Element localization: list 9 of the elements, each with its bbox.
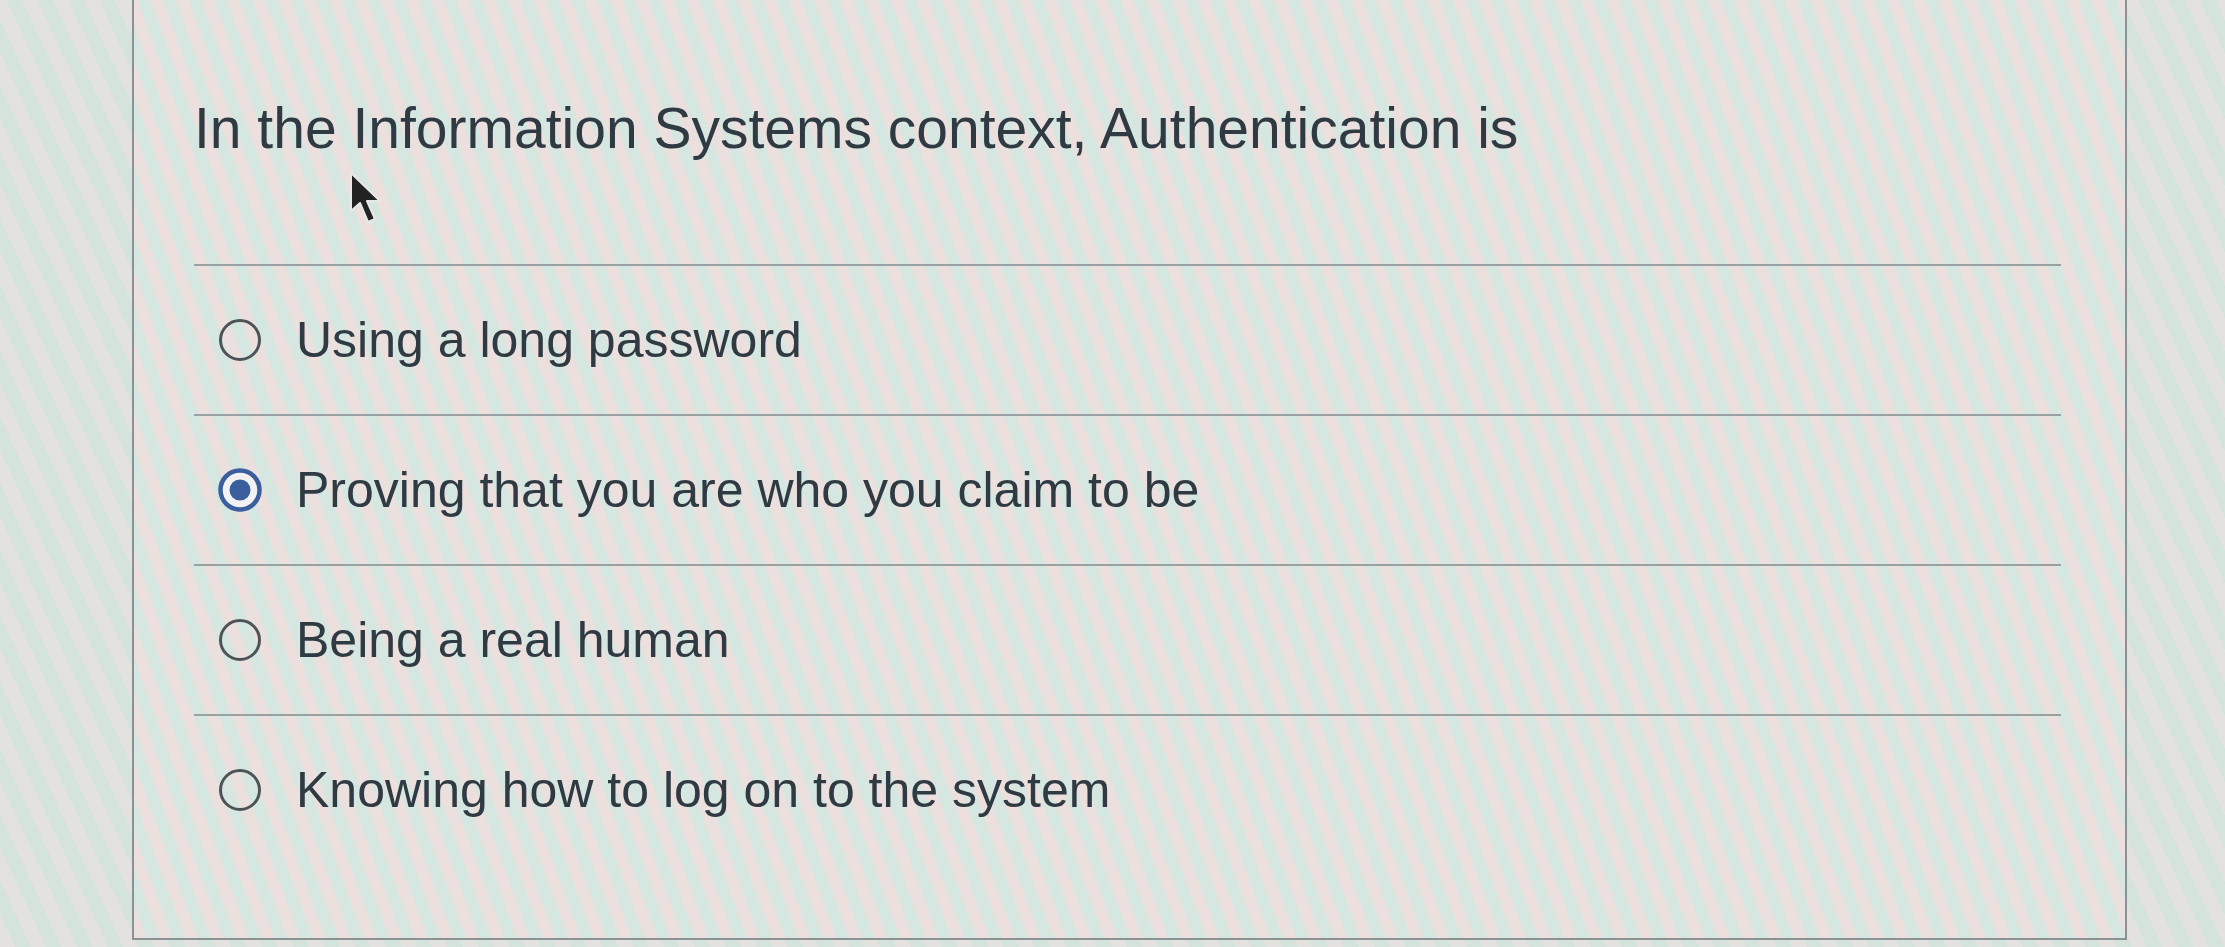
question-text: In the Information Systems context, Authentication is — [194, 95, 1519, 162]
radio-button[interactable] — [218, 618, 262, 662]
radio-button[interactable] — [218, 468, 262, 512]
option-text: Using a long password — [296, 311, 802, 370]
option-text: Proving that you are who you claim to be — [296, 461, 1200, 520]
radio-button[interactable] — [218, 768, 262, 812]
radio-button[interactable] — [218, 318, 262, 362]
option-text: Being a real human — [296, 611, 730, 670]
option-text: Knowing how to log on to the system — [296, 761, 1111, 820]
